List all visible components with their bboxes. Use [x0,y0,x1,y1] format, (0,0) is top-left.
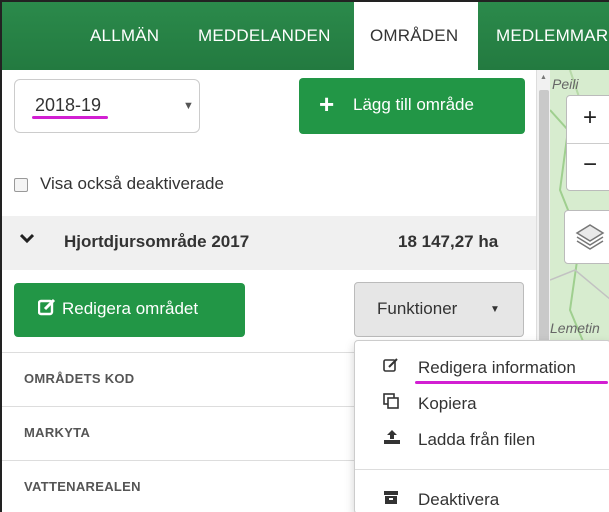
show-deactivated-label: Visa också deaktiverade [40,174,224,193]
functions-button[interactable]: Funktioner ▼ [354,282,524,337]
map-label: Lemetin [550,320,600,336]
functions-label: Funktioner [377,299,458,318]
menu-item-label: Redigera information [418,358,576,377]
menu-item-label: Ladda från filen [418,430,536,449]
zoom-divider [567,143,609,144]
scroll-up-icon[interactable]: ▲ [540,74,547,81]
season-select[interactable]: 2018-19 ▼ [14,79,200,133]
annotation-underline [415,381,608,384]
edit-area-label: Redigera området [62,299,199,318]
tab-omraden[interactable]: OMRÅDEN [354,2,478,70]
property-row: VATTENAREALEN [2,460,354,512]
map-layers-button[interactable] [564,210,609,264]
area-size: 18 147,27 ha [398,232,499,251]
property-row: MARKYTA [2,406,354,460]
menu-item-label: Deaktivera [418,490,500,509]
season-select-value: 2018-19 [35,95,102,115]
add-area-label: Lägg till område [353,95,474,114]
menu-divider [355,469,609,470]
tab-meddelanden[interactable]: MEDDELANDEN [198,2,331,70]
edit-icon [383,357,399,378]
property-label: OMRÅDETS KOD [24,371,135,386]
upload-icon [383,429,401,450]
edit-icon [37,298,56,321]
plus-icon: + [319,89,335,119]
map-zoom-control: + − [566,95,609,191]
chevron-down-icon [19,231,35,249]
property-label: MARKYTA [24,425,91,440]
zoom-out-button[interactable]: − [583,151,597,179]
app-window: ALLMÄN MEDDELANDEN OMRÅDEN MEDLEMMAR 201… [0,0,609,512]
add-area-button[interactable]: + Lägg till område [299,78,525,134]
zoom-in-button[interactable]: + [583,104,597,132]
functions-menu: Redigera information Kopiera Ladda från … [354,340,609,512]
copy-icon [383,393,399,414]
property-label: VATTENAREALEN [24,479,141,494]
edit-area-button[interactable]: Redigera området [14,283,245,337]
chevron-down-icon: ▼ [183,100,194,112]
caret-down-icon: ▼ [490,304,500,315]
menu-item-label: Kopiera [418,394,477,413]
map-label: Peili [552,76,579,92]
tab-medlemmar[interactable]: MEDLEMMAR [496,2,608,70]
area-name: Hjortdjursområde 2017 [64,232,250,251]
property-row: OMRÅDETS KOD [2,352,354,406]
archive-icon [383,489,399,510]
annotation-underline [32,116,108,119]
top-navigation: ALLMÄN MEDDELANDEN OMRÅDEN MEDLEMMAR [2,2,609,70]
tab-allman[interactable]: ALLMÄN [90,2,159,70]
menu-item-copy[interactable]: Kopiera [355,387,609,423]
layers-icon [575,223,605,256]
area-header[interactable]: Hjortdjursområde 2017 18 147,27 ha [2,216,536,270]
menu-item-load-from-file[interactable]: Ladda från filen [355,423,609,459]
menu-item-deactivate[interactable]: Deaktivera [355,483,609,512]
show-deactivated-checkbox[interactable] [14,178,28,192]
